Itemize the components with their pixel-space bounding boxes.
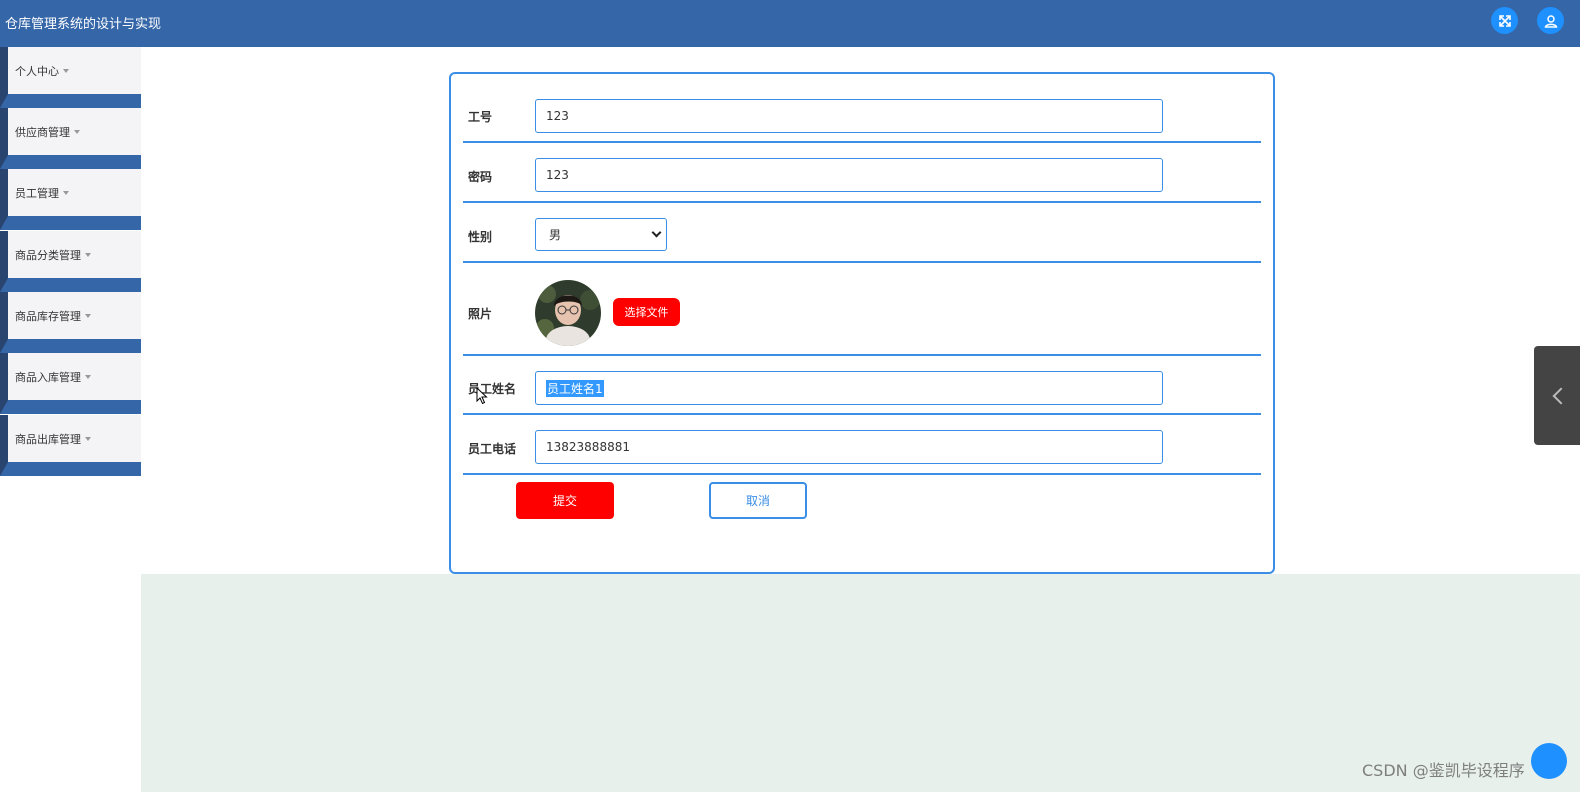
menu-divider xyxy=(0,155,141,169)
sidebar-item-label: 商品分类管理 xyxy=(15,248,81,262)
employee-edit-form: 工号 123 密码 123 性别 男 照片 选择文件 员工姓名 员工姓名1 员工… xyxy=(449,72,1275,574)
menu-divider xyxy=(0,216,141,230)
user-icon[interactable] xyxy=(1537,7,1564,34)
sidebar-item-label: 商品出库管理 xyxy=(15,432,81,446)
sidebar-item-employee[interactable]: 员工管理 xyxy=(0,169,141,216)
sidebar-item-personal-center[interactable]: 个人中心 xyxy=(0,47,141,94)
sidebar-item-label: 商品入库管理 xyxy=(15,370,81,384)
sidebar-item-category[interactable]: 商品分类管理 xyxy=(0,231,141,278)
sidebar-item-outbound[interactable]: 商品出库管理 xyxy=(0,415,141,462)
sidebar-item-label: 供应商管理 xyxy=(15,125,70,139)
submit-button[interactable]: 提交 xyxy=(516,482,614,519)
sidebar: 个人中心 供应商管理 员工管理 商品分类管理 商品库存管理 商品入库管理 商品出… xyxy=(0,47,141,477)
caret-down-icon xyxy=(85,253,91,257)
employee-phone-input[interactable]: 13823888881 xyxy=(535,430,1163,464)
sidebar-item-label: 个人中心 xyxy=(15,64,59,78)
employee-photo xyxy=(535,280,601,346)
watermark: CSDN @鉴凯毕设程序 xyxy=(1362,761,1525,780)
form-row-password: 密码 123 xyxy=(463,143,1261,203)
input-value: 13823888881 xyxy=(546,440,630,454)
field-label: 性别 xyxy=(468,230,493,244)
sidebar-item-label: 员工管理 xyxy=(15,186,59,200)
form-row-gender: 性别 男 xyxy=(463,203,1261,263)
form-row-phone: 员工电话 13823888881 xyxy=(463,415,1261,475)
sidebar-group-category: 商品分类管理 xyxy=(0,231,141,292)
cancel-button[interactable]: 取消 xyxy=(709,482,807,519)
menu-divider xyxy=(0,278,141,292)
chevron-down-icon xyxy=(651,227,662,238)
caret-down-icon xyxy=(85,314,91,318)
menu-divider xyxy=(0,94,141,108)
sidebar-group-inbound: 商品入库管理 xyxy=(0,353,141,414)
gender-select[interactable]: 男 xyxy=(535,218,667,251)
menu-divider xyxy=(0,400,141,414)
password-input[interactable]: 123 xyxy=(535,158,1163,192)
field-label: 工号 xyxy=(468,110,493,124)
caret-down-icon xyxy=(63,191,69,195)
input-value: 123 xyxy=(546,168,569,182)
sidebar-item-stock[interactable]: 商品库存管理 xyxy=(0,292,141,339)
collapse-panel-tab[interactable] xyxy=(1534,346,1580,445)
sidebar-group-outbound: 商品出库管理 xyxy=(0,415,141,476)
select-value: 男 xyxy=(549,228,562,242)
field-label: 照片 xyxy=(468,307,493,321)
sidebar-group-personal: 个人中心 xyxy=(0,47,141,108)
sidebar-item-label: 商品库存管理 xyxy=(15,309,81,323)
sidebar-group-stock: 商品库存管理 xyxy=(0,292,141,353)
field-label: 密码 xyxy=(468,170,493,184)
chevron-left-icon xyxy=(1552,387,1570,404)
employee-name-input[interactable]: 员工姓名1 xyxy=(535,371,1163,405)
caret-down-icon xyxy=(85,437,91,441)
input-value: 123 xyxy=(546,109,569,123)
floating-help-icon[interactable] xyxy=(1531,743,1567,779)
sidebar-item-supplier[interactable]: 供应商管理 xyxy=(0,108,141,155)
sidebar-group-employee: 员工管理 xyxy=(0,169,141,230)
field-label: 员工电话 xyxy=(468,442,517,456)
menu-divider xyxy=(0,462,141,476)
sidebar-item-inbound[interactable]: 商品入库管理 xyxy=(0,353,141,400)
form-row-employee-id: 工号 123 xyxy=(463,98,1261,143)
employee-id-input[interactable]: 123 xyxy=(535,99,1163,133)
top-header: 仓库管理系统的设计与实现 xyxy=(0,0,1580,47)
input-value: 员工姓名1 xyxy=(546,379,604,397)
choose-file-button[interactable]: 选择文件 xyxy=(613,298,680,326)
caret-down-icon xyxy=(63,69,69,73)
sidebar-group-supplier: 供应商管理 xyxy=(0,108,141,169)
form-row-photo: 照片 选择文件 xyxy=(463,263,1261,356)
mouse-cursor-icon xyxy=(476,387,488,405)
menu-divider xyxy=(0,339,141,353)
fullscreen-icon[interactable] xyxy=(1491,7,1518,34)
caret-down-icon xyxy=(74,130,80,134)
form-row-name: 员工姓名 员工姓名1 xyxy=(463,356,1261,415)
app-title: 仓库管理系统的设计与实现 xyxy=(5,17,162,32)
caret-down-icon xyxy=(85,375,91,379)
